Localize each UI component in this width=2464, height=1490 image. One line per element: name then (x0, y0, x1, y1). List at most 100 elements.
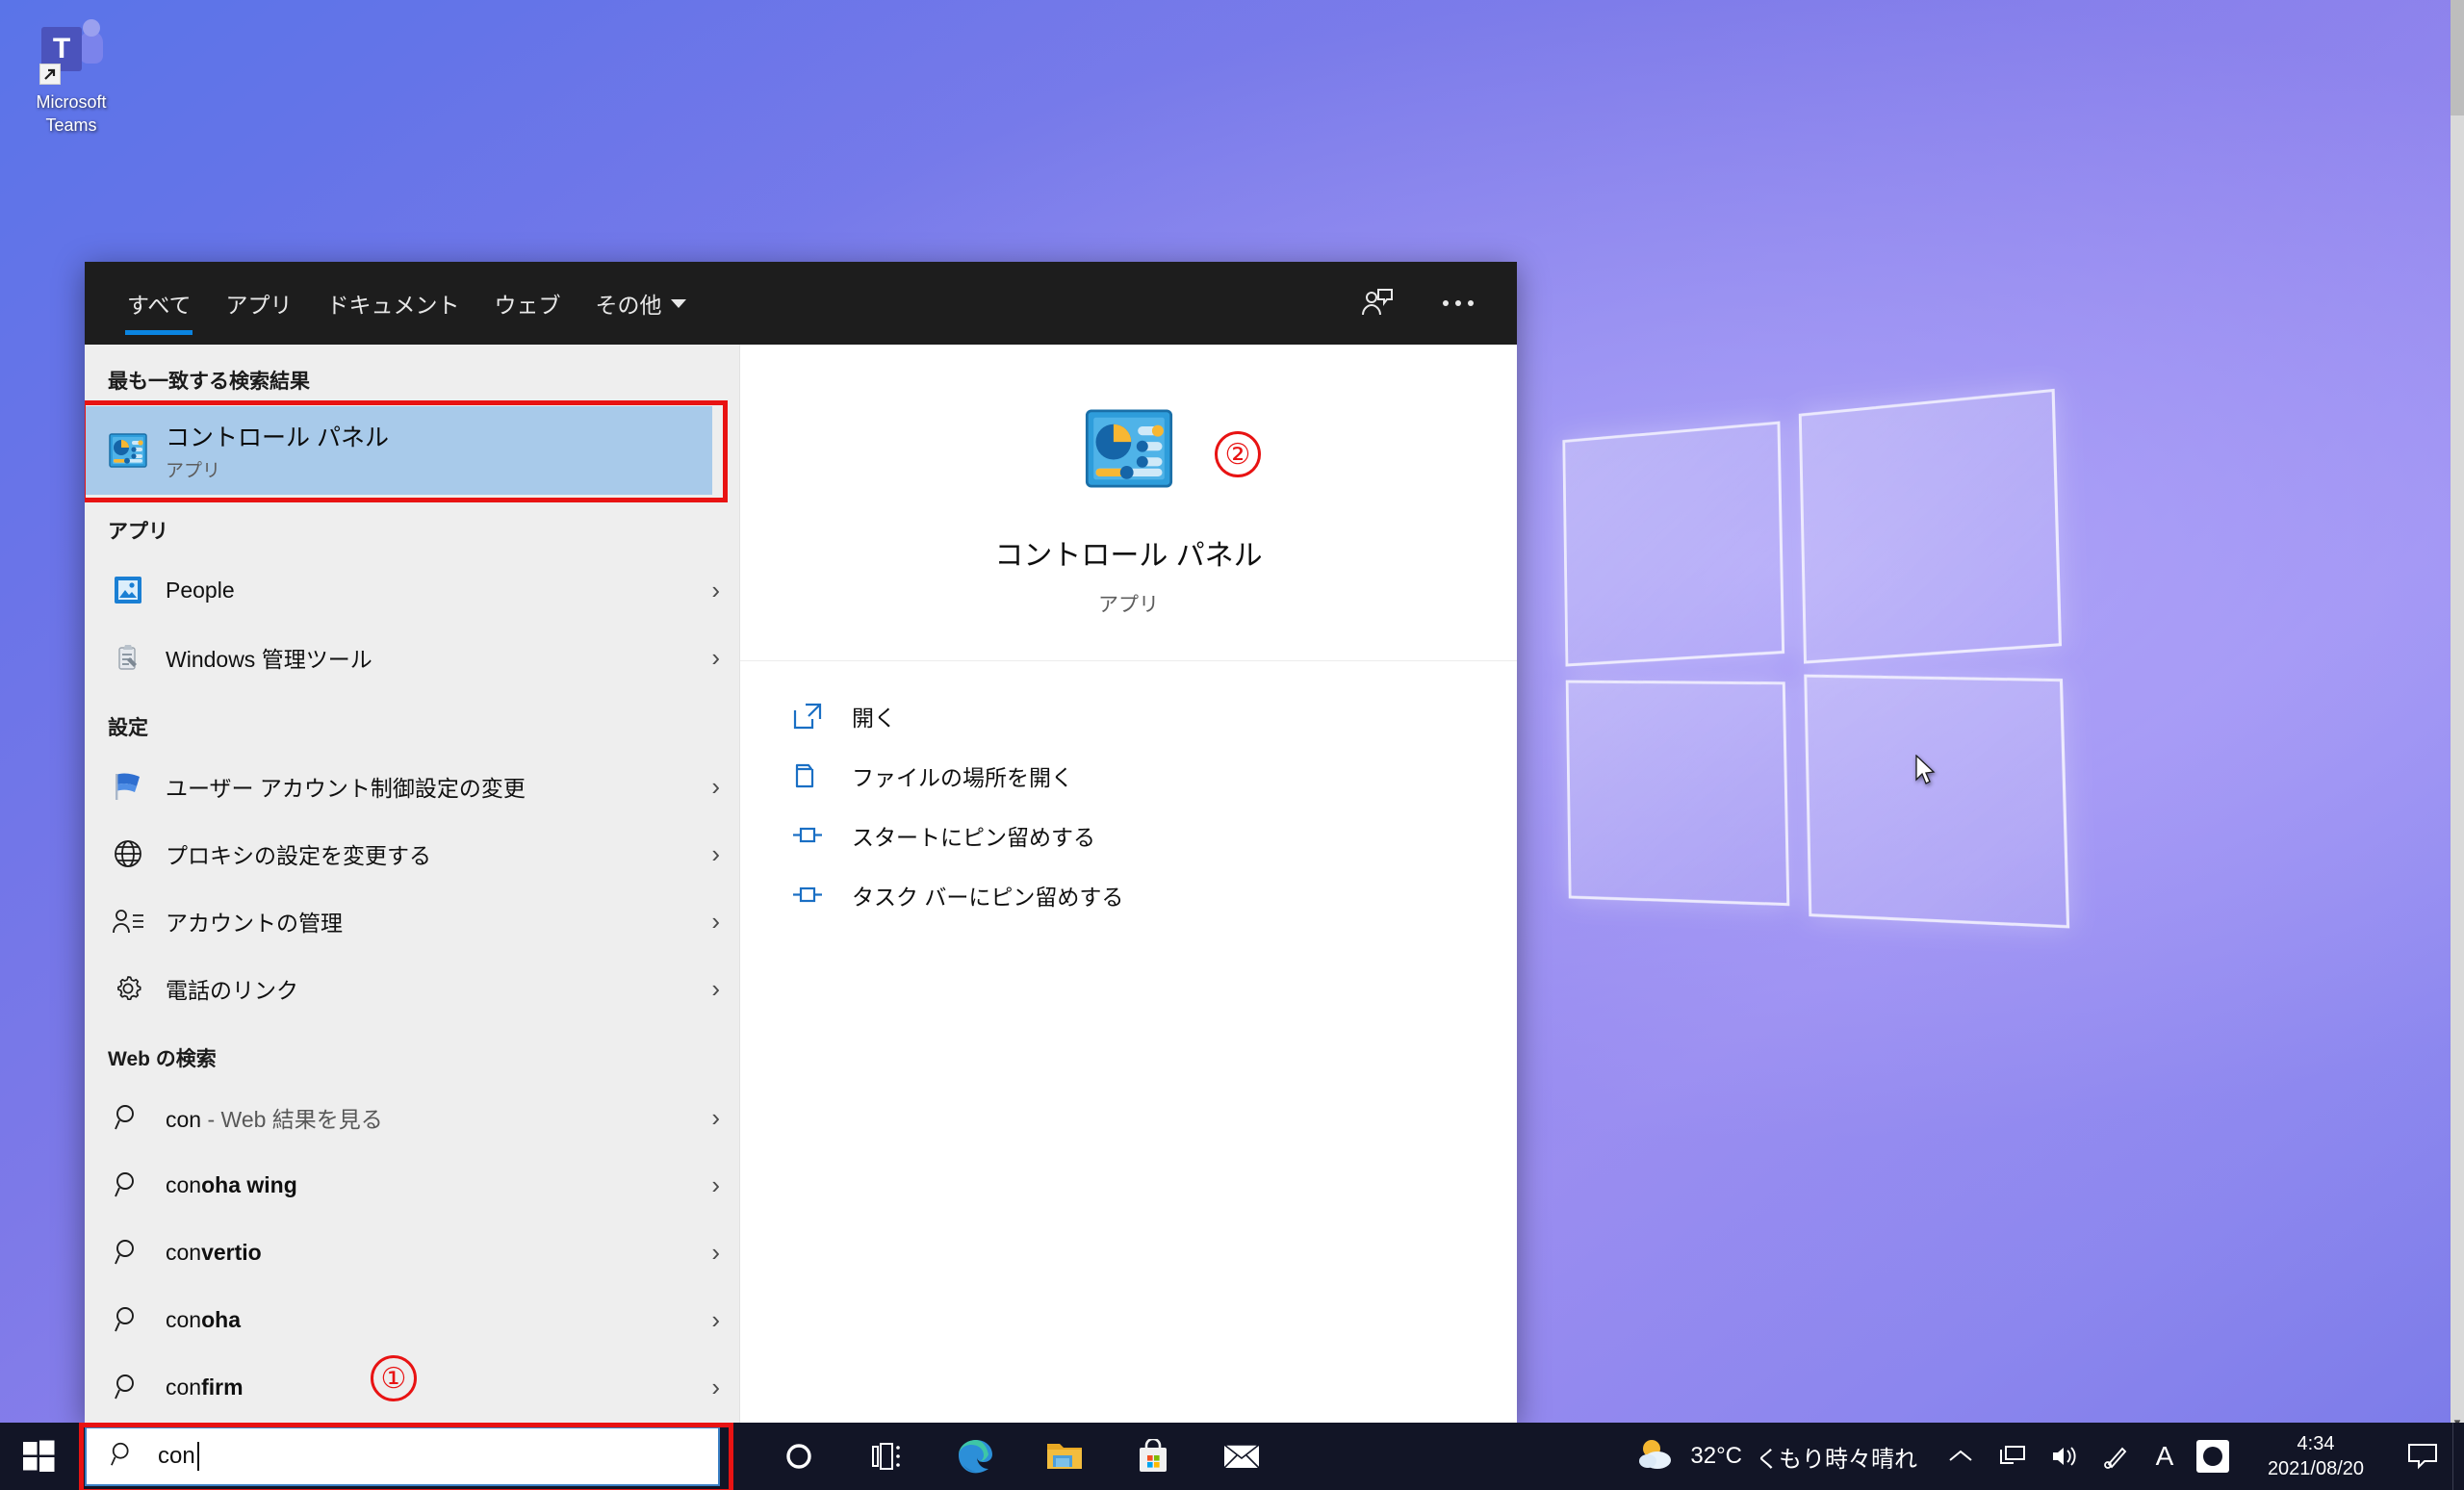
weather-condition: くもり時々晴れ (1756, 1446, 1917, 1473)
gear-icon (108, 968, 148, 1009)
web-result-row-3[interactable]: conoha › (85, 1286, 739, 1353)
microsoft-store-icon[interactable] (1109, 1423, 1197, 1490)
file-explorer-icon[interactable] (1020, 1423, 1109, 1490)
result-row-uac-settings[interactable]: ユーザー アカウント制御設定の変更 › (85, 753, 739, 820)
web-result-suffix-0: - Web 結果を見る (201, 1107, 383, 1132)
action-open[interactable]: 開く (790, 686, 1517, 746)
taskbar-search-box[interactable]: con (79, 1423, 733, 1490)
preview-hero: コントロール パネル アプリ (740, 345, 1517, 661)
action-label-pin-to-taskbar: タスク バーにピン留めする (852, 885, 1124, 910)
web-result-bold-4: firm (201, 1374, 244, 1400)
tab-web[interactable]: ウェブ (476, 262, 578, 345)
search-input[interactable]: con (158, 1443, 195, 1470)
section-header-apps: アプリ (108, 521, 168, 543)
tab-all[interactable]: すべて (110, 262, 208, 345)
clock-date: 2021/08/20 (2267, 1458, 2365, 1479)
web-result-prefix-2: con (166, 1239, 202, 1265)
control-panel-icon (108, 430, 148, 471)
logo-pane-bottom-left (1565, 680, 1790, 907)
action-label-open: 開く (852, 706, 896, 731)
search-filter-tabs: すべて アプリ ドキュメント ウェブ その他 (85, 262, 704, 345)
web-result-prefix-1: con (166, 1171, 202, 1197)
web-result-row-0[interactable]: con - Web 結果を見る › (85, 1084, 739, 1151)
web-result-prefix-3: con (166, 1306, 202, 1332)
weather-widget[interactable]: 32°C くもり時々晴れ (1619, 1436, 1935, 1477)
result-label-phone-link: 電話のリンク (166, 978, 298, 1003)
tab-apps[interactable]: アプリ (208, 262, 309, 345)
action-label-pin-to-start: スタートにピン留めする (852, 825, 1095, 850)
task-view-icon[interactable] (843, 1423, 932, 1490)
result-label-uac-settings: ユーザー アカウント制御設定の変更 (166, 776, 526, 801)
edge-icon[interactable] (932, 1423, 1020, 1490)
chevron-right-icon: › (711, 1373, 720, 1401)
result-row-proxy-settings[interactable]: プロキシの設定を変更する › (85, 820, 739, 887)
scrollbar-thumb[interactable] (2451, 0, 2464, 116)
show-hidden-icons-chevron[interactable] (1935, 1423, 1987, 1490)
open-external-icon (790, 701, 825, 732)
result-row-manage-accounts[interactable]: アカウントの管理 › (85, 887, 739, 955)
clock[interactable]: 4:34 2021/08/20 (2239, 1431, 2393, 1481)
preview-title: コントロール パネル (994, 540, 1263, 572)
web-result-row-2[interactable]: convertio › (85, 1219, 739, 1286)
text-cursor (196, 1442, 199, 1471)
result-label-proxy-settings: プロキシの設定を変更する (166, 843, 431, 868)
logo-pane-top-right (1798, 388, 2063, 664)
uac-shield-icon (108, 766, 148, 807)
result-label-people: People (166, 577, 235, 603)
section-header-settings: 設定 (108, 717, 148, 739)
network-icon[interactable] (1987, 1423, 2039, 1490)
action-pin-to-taskbar[interactable]: タスク バーにピン留めする (790, 865, 1517, 925)
weather-temperature: 32°C (1690, 1443, 1742, 1469)
action-open-file-location[interactable]: ファイルの場所を開く (790, 746, 1517, 806)
pin-icon (790, 820, 825, 851)
search-preview-pane: コントロール パネル アプリ 開く ファイルの場所を開く スタートにピン留めする… (739, 345, 1517, 1423)
cortana-icon[interactable] (755, 1423, 843, 1490)
search-icon (108, 1232, 148, 1272)
search-icon (108, 1299, 148, 1340)
search-icon (108, 1097, 148, 1138)
desktop-icon-microsoft-teams[interactable]: T Microsoft Teams (10, 12, 133, 137)
ime-mode-letter[interactable]: A (2143, 1423, 2187, 1490)
chevron-right-icon: › (711, 974, 720, 1003)
search-header-actions (1357, 283, 1492, 323)
pen-icon[interactable] (2091, 1423, 2143, 1490)
chevron-right-icon: › (711, 1103, 720, 1132)
web-result-bold-2: vertio (201, 1239, 262, 1265)
annotation-marker-2: ② (1215, 431, 1261, 477)
ime-kana-icon[interactable] (2187, 1423, 2239, 1490)
chevron-right-icon: › (711, 576, 720, 604)
tab-documents[interactable]: ドキュメント (309, 262, 476, 345)
logo-pane-bottom-right (1804, 674, 2070, 929)
result-row-windows-admin-tools[interactable]: Windows 管理ツール › (85, 624, 739, 691)
taskbar: con 32°C くもり時々晴れ A 4:34 2021/08/20 (0, 1423, 2464, 1490)
tab-more-label: その他 (595, 293, 662, 318)
clock-time: 4:34 (2297, 1433, 2335, 1454)
result-row-phone-link[interactable]: 電話のリンク › (85, 955, 739, 1022)
section-header-web-search: Web の検索 (108, 1048, 217, 1070)
web-result-bold-3: oha (201, 1306, 241, 1332)
desktop-scrollbar[interactable]: ▾ (2451, 0, 2464, 1490)
system-tray: 32°C くもり時々晴れ A 4:34 2021/08/20 (1619, 1423, 2464, 1490)
taskbar-app-icons (755, 1423, 1286, 1490)
preview-subtitle: アプリ (1098, 594, 1159, 616)
best-match-result-control-panel[interactable]: コントロール パネル アプリ (85, 406, 712, 495)
action-center-icon[interactable] (2393, 1423, 2452, 1490)
web-result-row-1[interactable]: conoha wing › (85, 1151, 739, 1219)
teams-icon: T (38, 17, 105, 85)
chevron-right-icon: › (711, 772, 720, 801)
result-label-windows-admin-tools: Windows 管理ツール (166, 647, 372, 672)
more-options-icon[interactable] (1438, 283, 1478, 323)
result-row-people[interactable]: People › (85, 556, 739, 624)
volume-icon[interactable] (2039, 1423, 2091, 1490)
action-pin-to-start[interactable]: スタートにピン留めする (790, 806, 1517, 865)
search-results-list[interactable]: 最も一致する検索結果 コントロール パネル アプリ アプリ People › W… (85, 345, 739, 1423)
chevron-right-icon: › (711, 1305, 720, 1334)
feedback-icon[interactable] (1357, 283, 1398, 323)
show-desktop-button[interactable] (2452, 1423, 2464, 1490)
tab-more[interactable]: その他 (578, 262, 704, 345)
best-match-wrapper: コントロール パネル アプリ (85, 400, 739, 502)
folder-open-icon (790, 760, 825, 791)
start-button[interactable] (0, 1423, 77, 1490)
section-header-best-match: 最も一致する検索結果 (108, 371, 310, 393)
mail-icon[interactable] (1197, 1423, 1286, 1490)
